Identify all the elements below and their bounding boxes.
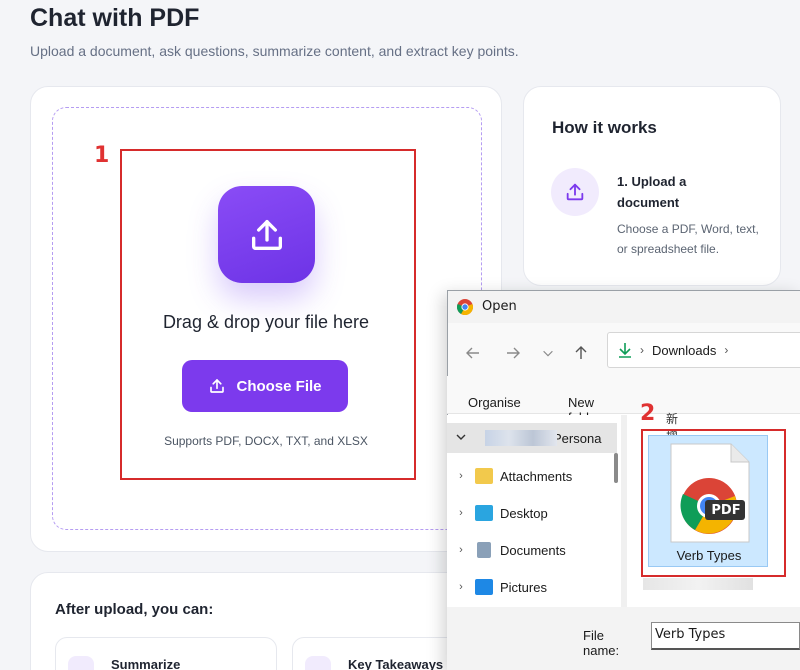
tree-item-desktop[interactable]: › Desktop [447, 498, 617, 528]
step-1-description: Choose a PDF, Word, text, or spreadsheet… [617, 222, 759, 256]
collapsed-chevron-icon: › [459, 544, 463, 556]
how-it-works-title: How it works [552, 118, 657, 137]
page-subtitle: Upload a document, ask questions, summar… [30, 43, 519, 59]
annotation-box-1 [120, 149, 416, 480]
organise-label: Organise [468, 395, 521, 410]
folder-icon [475, 468, 493, 484]
tree-item-attachments[interactable]: › Attachments [447, 461, 617, 491]
blurred-region [485, 430, 557, 446]
breadcrumb-downloads[interactable]: Downloads [652, 343, 716, 358]
desktop-icon [475, 505, 493, 521]
breadcrumb-separator: › [640, 343, 644, 357]
summarize-icon [68, 656, 94, 670]
feature-label: Key Takeaways [348, 657, 444, 670]
tree-item-label: Pictures [500, 579, 547, 595]
forward-button[interactable] [505, 345, 521, 366]
expanded-chevron-icon [447, 432, 475, 445]
nav-pane-scrollbar[interactable] [614, 453, 618, 483]
tree-item-pictures[interactable]: › Pictures [447, 572, 617, 602]
page-title: Chat with PDF [30, 4, 200, 32]
documents-icon [477, 542, 491, 558]
collapsed-chevron-icon: › [459, 581, 463, 593]
pictures-icon [475, 579, 493, 595]
annotation-number-1: 1 [94, 143, 110, 168]
file-name-field-label: File name: [583, 628, 620, 658]
annotation-box-2 [641, 429, 786, 577]
address-bar[interactable]: › Downloads › [607, 332, 800, 368]
feature-label: Summarize [111, 657, 181, 670]
tree-item-label: Desktop [500, 505, 548, 521]
annotation-number-2: 2 [640, 401, 656, 426]
collapsed-chevron-icon: › [459, 470, 463, 482]
key-takeaways-icon [305, 656, 331, 670]
tree-item-documents[interactable]: › Documents [447, 535, 617, 565]
up-folder-button[interactable] [573, 345, 589, 366]
chrome-logo-icon [457, 299, 473, 315]
after-upload-title: After upload, you can: [55, 601, 214, 618]
download-arrow-icon [619, 343, 631, 358]
tree-item-label: Persona [553, 430, 602, 446]
back-button[interactable] [465, 345, 481, 366]
dialog-titlebar[interactable]: Open [448, 291, 800, 323]
dialog-title: Open [482, 299, 517, 314]
tree-item-label: Attachments [500, 468, 573, 484]
blurred-region [643, 578, 753, 590]
step-1-title: 1. Upload a document [617, 174, 687, 210]
breadcrumb-separator: › [724, 343, 729, 357]
recent-locations-chevron-icon[interactable] [541, 346, 555, 365]
collapsed-chevron-icon: › [459, 507, 463, 519]
file-name-input[interactable]: Verb Types [651, 622, 800, 650]
upload-step-icon [551, 168, 599, 216]
feature-summarize[interactable]: Summarize [55, 637, 277, 670]
tree-item-label: Documents [500, 542, 566, 558]
